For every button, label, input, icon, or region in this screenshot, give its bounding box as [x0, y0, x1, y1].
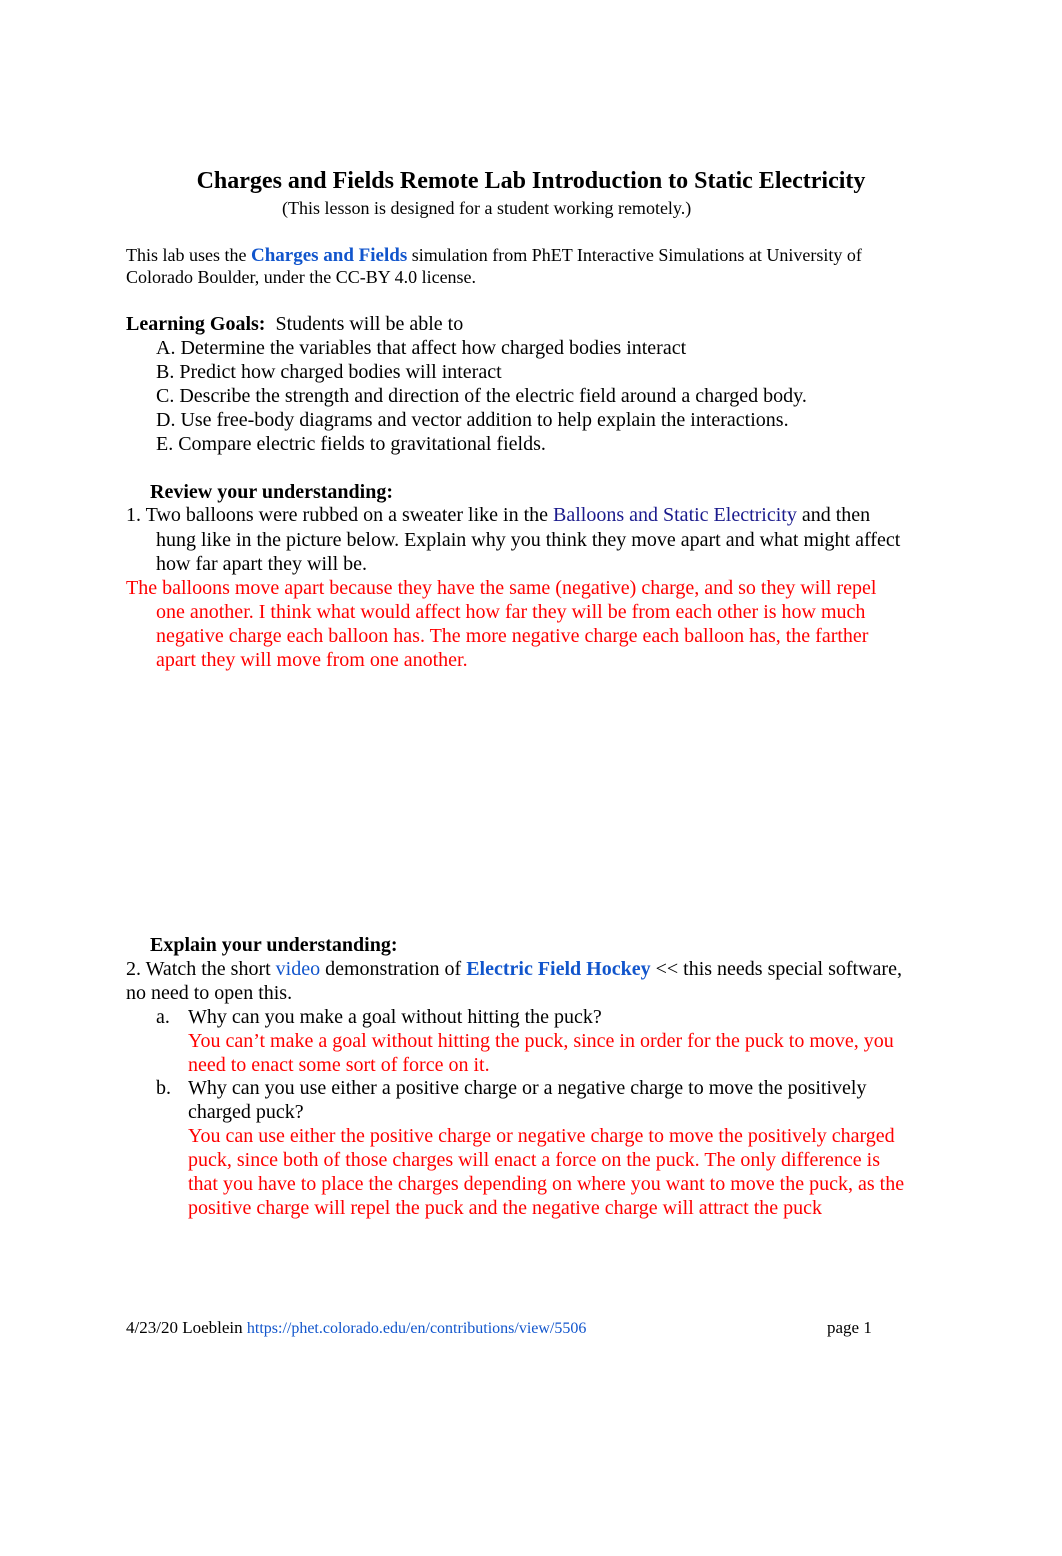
learning-goals-lead: Students will be able to: [275, 313, 464, 335]
balloons-static-electricity-link[interactable]: Balloons and Static Electricity: [553, 504, 797, 526]
footer-url-link[interactable]: https://phet.colorado.edu/en/contributio…: [247, 1320, 587, 1337]
goal-item: E. Compare electric fields to gravitatio…: [156, 433, 546, 455]
document-page: Charges and Fields Remote Lab Introducti…: [0, 0, 1062, 1556]
answer-1-line: negative charge each balloon has. The mo…: [156, 625, 869, 647]
answer-1-line: The balloons move apart because they hav…: [126, 577, 877, 599]
part-b-answer-line: You can use either the positive charge o…: [188, 1125, 895, 1147]
question-1-prefix: 1. Two balloons were rubbed on a sweater…: [126, 504, 554, 526]
question-2-suffix: << this needs special software,: [650, 958, 902, 980]
question-2-line-1: 2. Watch the short video demonstration o…: [126, 957, 902, 981]
intro-prefix: This lab uses the: [126, 245, 251, 265]
question-2-middle: demonstration of: [320, 958, 467, 980]
question-1-line-2: hung like in the picture below. Explain …: [156, 529, 901, 551]
footer-date-author: 4/23/20 Loeblein: [126, 1318, 247, 1337]
goal-item: C. Describe the strength and direction o…: [156, 385, 807, 407]
learning-goals-header: Learning Goals: Students will be able to: [126, 312, 463, 336]
question-2-prefix: 2. Watch the short: [126, 958, 276, 980]
question-1-line-1: 1. Two balloons were rubbed on a sweater…: [126, 503, 870, 527]
part-b-answer-line: that you have to place the charges depen…: [188, 1173, 905, 1195]
question-1-line-3: how far apart they will be.: [156, 553, 368, 575]
part-b-marker: b.: [156, 1077, 171, 1099]
intro-line-2: Colorado Boulder, under the CC-BY 4.0 li…: [126, 267, 477, 287]
review-heading: Review your understanding:: [150, 481, 393, 503]
goal-item: A. Determine the variables that affect h…: [156, 337, 687, 359]
answer-1-line: one another. I think what would affect h…: [156, 601, 866, 623]
explain-heading: Explain your understanding:: [150, 934, 398, 956]
electric-field-hockey-link[interactable]: Electric Field Hockey: [466, 958, 650, 980]
goal-item: D. Use free-body diagrams and vector add…: [156, 409, 789, 431]
part-b-question-line: Why can you use either a positive charge…: [188, 1077, 867, 1099]
answer-1-line: apart they will move from one another.: [156, 649, 468, 671]
footer: 4/23/20 Loeblein https://phet.colorado.e…: [126, 1318, 586, 1338]
part-a-answer-line: need to enact some sort of force on it.: [188, 1054, 490, 1076]
intro-suffix: simulation from PhET Interactive Simulat…: [407, 245, 862, 265]
charges-and-fields-link[interactable]: Charges and Fields: [251, 245, 407, 266]
part-b-answer-line: positive charge will repel the puck and …: [188, 1197, 823, 1219]
page-subtitle: (This lesson is designed for a student w…: [282, 198, 692, 218]
page-number: page 1: [827, 1318, 872, 1337]
part-a-question: Why can you make a goal without hitting …: [188, 1006, 602, 1028]
page-title: Charges and Fields Remote Lab Introducti…: [196, 168, 866, 194]
intro-line-1: This lab uses the Charges and Fields sim…: [126, 244, 862, 267]
part-b-question-line: charged puck?: [188, 1101, 304, 1123]
part-a-answer-line: You can’t make a goal without hitting th…: [188, 1030, 894, 1052]
part-b-answer-line: puck, since both of those charges will e…: [188, 1149, 880, 1171]
video-link[interactable]: video: [276, 958, 320, 980]
question-1-suffix: and then: [796, 504, 871, 526]
part-a-marker: a.: [156, 1006, 170, 1028]
question-2-line-2: no need to open this.: [126, 982, 293, 1004]
learning-goals-label: Learning Goals:: [126, 313, 266, 335]
goal-item: B. Predict how charged bodies will inter…: [156, 361, 502, 383]
